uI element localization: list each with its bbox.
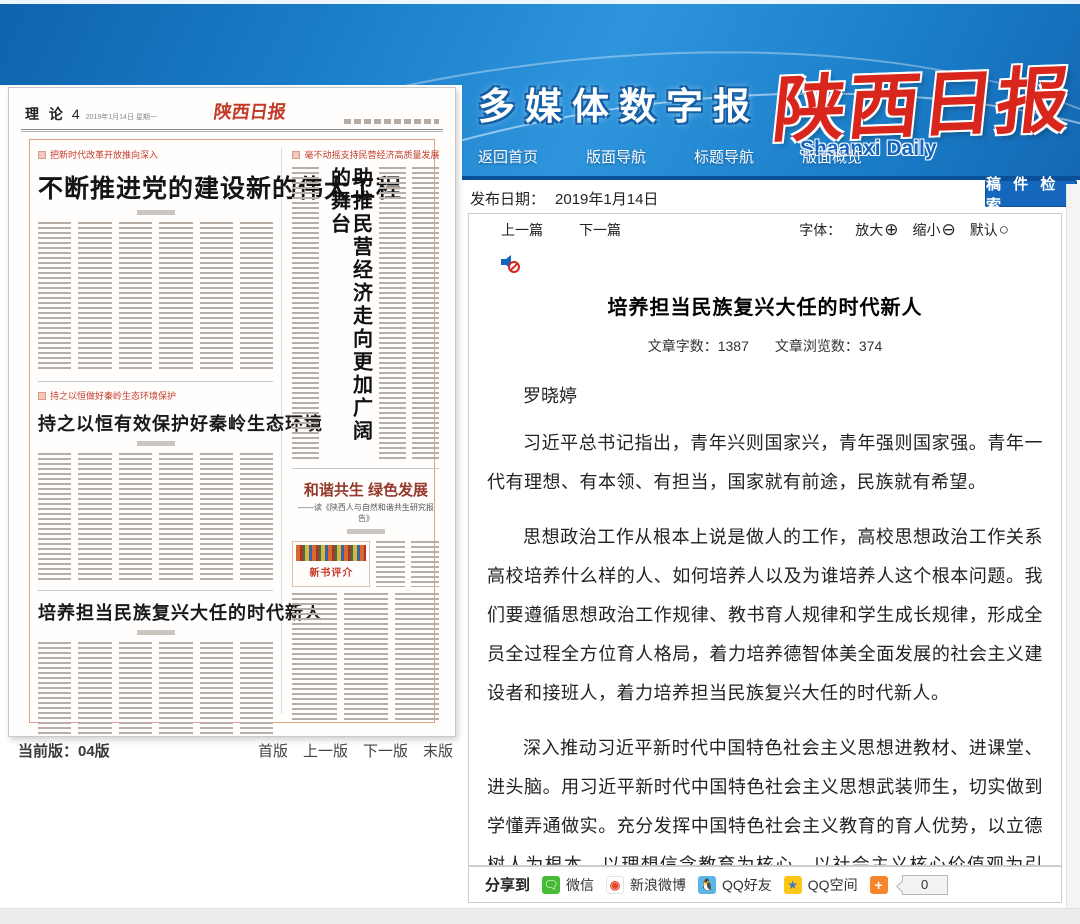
article3-byline	[137, 441, 175, 446]
share-label: 分享到	[485, 874, 530, 895]
paragraph: 习近平总书记指出，青年兴则国家兴，青年强则国家强。青年一代有理想、有本领、有担当…	[487, 424, 1043, 502]
footer-strip	[0, 908, 1080, 924]
books-icon	[296, 545, 366, 561]
pager-first[interactable]: 首版	[258, 740, 288, 761]
article-divider	[38, 590, 273, 591]
article5-byline	[347, 529, 385, 534]
article5-subtitle: ——读《陕西人与自然和谐共生研究报告》	[292, 502, 439, 524]
paper-content-frame: 把新时代改革开放推向深入 不断推进党的建设新的伟大工程 持之以恒做好秦岭生态环境…	[29, 139, 435, 723]
circle-minus-icon: ⊖	[941, 220, 955, 240]
article4-byline	[137, 630, 175, 635]
kicker-bullet-icon	[292, 151, 300, 159]
share-bar: 分享到 🗨 微信 ◉ 新浪微博 🐧 QQ好友 ★ QQ空间 + 0	[468, 866, 1062, 903]
font-default-button[interactable]: 默认○	[970, 220, 1009, 240]
paper-section-label: 理 论	[25, 104, 66, 124]
font-zoom-out-button[interactable]: 缩小⊖	[912, 220, 955, 240]
font-size-label: 字体：	[799, 220, 841, 240]
digital-newspaper-page: 多媒体数字报 陕西日报 Shaanxi Daily 返回首页 版面导航 标题导航…	[0, 0, 1080, 924]
article3-kicker: 持之以恒做好秦岭生态环境保护	[38, 389, 273, 402]
publish-date: 发布日期：2019年1月14日	[470, 188, 658, 209]
article4-headline: 培养担当民族复兴大任的时代新人	[38, 599, 273, 625]
article-title: 培养担当民族复兴大任的时代新人	[487, 291, 1043, 320]
scrollbar[interactable]	[1066, 184, 1080, 908]
manuscript-search-button[interactable]: 稿 件 检 索	[985, 180, 1077, 207]
pager-last[interactable]: 末版	[423, 740, 453, 761]
nav-home[interactable]: 返回首页	[478, 146, 538, 167]
paper-editors-line	[344, 119, 439, 124]
more-share-options-icon[interactable]: +	[870, 876, 888, 894]
article1-byline	[137, 210, 175, 215]
share-qzone[interactable]: QQ空间	[808, 875, 858, 895]
article1-kicker: 把新时代改革开放推向深入	[38, 148, 273, 161]
article2-kicker: 毫不动摇支持民营经济高质量发展	[292, 148, 439, 161]
article-stats: 文章字数：1387 文章浏览数：374	[487, 336, 1043, 356]
article-content: 培养担当民族复兴大任的时代新人 文章字数：1387 文章浏览数：374 罗晓婷 …	[468, 246, 1062, 866]
nav-page-navigation[interactable]: 版面导航	[586, 146, 646, 167]
sina-weibo-icon[interactable]: ◉	[606, 876, 624, 894]
qzone-star-icon[interactable]: ★	[784, 876, 802, 894]
view-count: 374	[859, 338, 882, 354]
font-zoom-in-button[interactable]: 放大⊕	[855, 220, 898, 240]
kicker-bullet-icon	[38, 151, 46, 159]
share-count: 0	[902, 875, 948, 895]
share-qq[interactable]: QQ好友	[722, 875, 772, 895]
next-article-link[interactable]: 下一篇	[579, 220, 621, 240]
kicker-bullet-icon	[38, 392, 46, 400]
article4-text-columns	[38, 642, 273, 737]
article5-headline: 和谐共生 绿色发展	[292, 479, 439, 500]
article1-text-columns	[38, 222, 273, 372]
nav-page-overview[interactable]: 版面概览	[802, 146, 862, 167]
article5-badge-row: 新书评介	[292, 541, 439, 587]
share-weibo[interactable]: 新浪微博	[630, 875, 686, 895]
paper-header: 理 论 4 2019年1月14日 星期一 陕西日报	[21, 98, 443, 124]
newspaper-page-image[interactable]: 理 论 4 2019年1月14日 星期一 陕西日报 把新时代改革开放推向深入 不…	[8, 87, 456, 737]
main-nav: 返回首页 版面导航 标题导航 版面概览	[478, 146, 862, 167]
article-divider	[38, 381, 273, 382]
circle-icon: ○	[999, 220, 1009, 240]
pager-next[interactable]: 下一版	[363, 740, 408, 761]
previous-article-link[interactable]: 上一篇	[501, 220, 543, 240]
paragraph: 思想政治工作从根本上说是做人的工作，高校思想政治工作关系高校培养什么样的人、如何…	[487, 518, 1043, 713]
pager-prev[interactable]: 上一版	[303, 740, 348, 761]
share-wechat[interactable]: 微信	[566, 875, 594, 895]
article1-headline: 不断推进党的建设新的伟大工程	[38, 169, 273, 205]
article-body: 习近平总书记指出，青年兴则国家兴，青年强则国家强。青年一代有理想、有本领、有担当…	[487, 424, 1043, 866]
article-author: 罗晓婷	[487, 382, 1043, 408]
article3-text-columns	[38, 453, 273, 581]
article-toolbar: 上一篇 下一篇 字体： 放大⊕ 缩小⊖ 默认○	[468, 213, 1062, 247]
article5-text-columns	[292, 593, 439, 721]
paper-date: 2019年1月14日 星期一	[86, 112, 157, 122]
qq-penguin-icon[interactable]: 🐧	[698, 876, 716, 894]
paper-rule	[21, 129, 443, 132]
newspaper-panel: 理 论 4 2019年1月14日 星期一 陕西日报 把新时代改革开放推向深入 不…	[0, 85, 462, 924]
article2-block: 助推民营经济走向更加广阔的舞台	[292, 167, 439, 459]
new-book-review-badge: 新书评介	[292, 541, 370, 587]
mute-speaker-icon[interactable]	[499, 252, 521, 274]
paper-masthead-logo: 陕西日报	[213, 98, 289, 124]
wechat-icon[interactable]: 🗨	[542, 876, 560, 894]
word-count: 1387	[718, 338, 749, 354]
site-title: 多媒体数字报	[478, 76, 760, 130]
paper-page-number: 4	[72, 106, 80, 122]
circle-plus-icon: ⊕	[884, 220, 898, 240]
article-divider	[292, 468, 439, 469]
article2-vertical-headline: 助推民营经济走向更加广阔的舞台	[327, 167, 371, 459]
current-page-label: 当前版：04版	[18, 740, 110, 761]
paragraph: 深入推动习近平新时代中国特色社会主义思想进教材、进课堂、进头脑。用习近平新时代中…	[487, 729, 1043, 866]
nav-title-navigation[interactable]: 标题导航	[694, 146, 754, 167]
article3-headline: 持之以恒有效保护好秦岭生态环境	[38, 410, 273, 436]
